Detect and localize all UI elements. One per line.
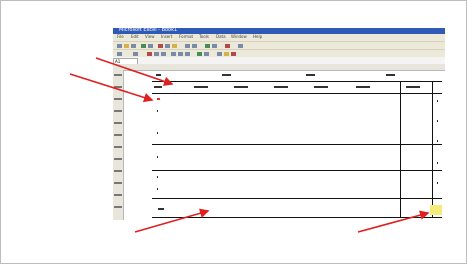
red-arrow-icon [357, 210, 430, 233]
red-arrow-icon [95, 57, 174, 86]
red-arrow-icon [69, 73, 154, 103]
red-arrow-icon [134, 208, 210, 233]
annotation-arrows [69, 57, 430, 233]
